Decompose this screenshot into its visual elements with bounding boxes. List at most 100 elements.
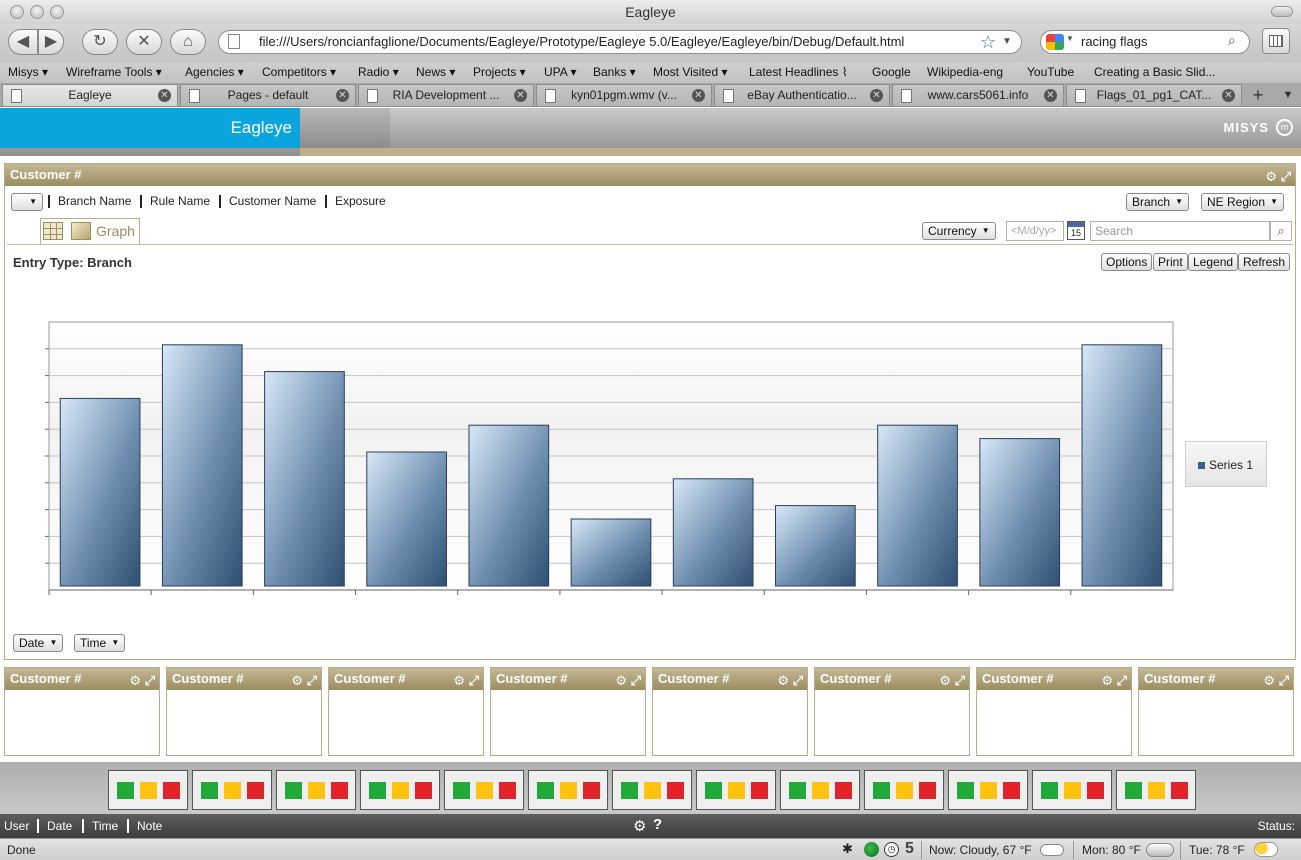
bookmark-item[interactable]: Radio ▾ <box>358 65 399 79</box>
gear-icon[interactable]: ⚙ <box>777 673 789 688</box>
bug-icon[interactable]: ✱ <box>842 841 853 857</box>
help-icon[interactable]: ? <box>653 816 662 833</box>
status-indicator[interactable] <box>360 770 440 810</box>
close-tab-icon[interactable]: ✕ <box>514 89 527 102</box>
bookmark-item[interactable]: Projects ▾ <box>473 65 526 79</box>
search-icon[interactable]: ⌕ <box>1270 221 1292 241</box>
back-button[interactable]: ◀ <box>8 29 38 55</box>
graph-view-icon[interactable] <box>71 222 91 240</box>
bookmark-item[interactable]: Agencies ▾ <box>185 65 244 79</box>
forward-button[interactable]: ▶ <box>38 29 64 55</box>
status-date[interactable]: Date <box>47 819 72 833</box>
legend-button[interactable]: Legend <box>1188 253 1239 271</box>
bookmark-item[interactable]: Banks ▾ <box>593 65 636 79</box>
new-tab-plus-icon[interactable]: + <box>1246 84 1270 106</box>
bookmark-item[interactable]: Wireframe Tools ▾ <box>66 65 162 79</box>
search-icon[interactable]: ⌕ <box>1228 32 1236 49</box>
status-time[interactable]: Time <box>92 819 118 833</box>
expand-icon[interactable]: ⤢ <box>1117 673 1127 688</box>
gear-icon[interactable]: ⚙ <box>1265 169 1277 184</box>
gear-icon[interactable]: ⚙ <box>129 673 141 688</box>
browser-tab[interactable]: Eagleye ✕ <box>2 84 178 106</box>
gear-icon[interactable]: ⚙ <box>1101 673 1113 688</box>
status-indicator[interactable] <box>444 770 524 810</box>
grid-view-button[interactable] <box>1262 28 1290 54</box>
bookmark-item[interactable]: Misys ▾ <box>8 65 48 79</box>
gear-icon[interactable]: ⚙ <box>1263 673 1275 688</box>
filter-rule-name[interactable]: Rule Name <box>150 194 210 208</box>
gear-icon[interactable]: ⚙ <box>939 673 951 688</box>
date-dropdown[interactable]: Date ▼ <box>13 634 64 652</box>
status-indicator[interactable] <box>612 770 692 810</box>
print-button[interactable]: Print <box>1153 253 1188 271</box>
options-button[interactable]: Options <box>1101 253 1153 271</box>
close-tab-icon[interactable]: ✕ <box>1222 89 1235 102</box>
status-indicator[interactable] <box>528 770 608 810</box>
search-engine-dropdown-icon[interactable]: ▼ <box>1066 34 1074 43</box>
gear-icon[interactable]: ⚙ <box>291 673 303 688</box>
expand-icon[interactable]: ⤢ <box>1279 673 1289 688</box>
browser-tab[interactable]: Flags_01_pg1_CAT... ✕ <box>1066 84 1242 106</box>
bookmark-star-icon[interactable]: ☆ <box>980 30 996 54</box>
bookmark-item[interactable]: Most Visited ▾ <box>653 65 728 79</box>
bookmark-item[interactable]: Latest Headlines ⌇ <box>749 65 848 79</box>
close-tab-icon[interactable]: ✕ <box>158 89 171 102</box>
status-indicator[interactable] <box>108 770 188 810</box>
stop-button[interactable]: ✕ <box>126 29 162 55</box>
time-dropdown[interactable]: Time ▼ <box>74 634 126 652</box>
filter-dropdown[interactable]: ▼ <box>11 193 43 211</box>
browser-tab[interactable]: kyn01pgm.wmv (v... ✕ <box>536 84 712 106</box>
filter-exposure[interactable]: Exposure <box>335 194 386 208</box>
search-input[interactable]: Search <box>1090 221 1270 241</box>
google-search-engine-icon[interactable] <box>1046 34 1064 50</box>
expand-icon[interactable]: ⤢ <box>955 673 965 688</box>
browser-tab[interactable]: www.cars5061.info ✕ <box>892 84 1064 106</box>
close-tab-icon[interactable]: ✕ <box>692 89 705 102</box>
status-indicator[interactable] <box>1032 770 1112 810</box>
close-window-button[interactable] <box>10 5 24 19</box>
expand-icon[interactable]: ⤢ <box>307 673 317 688</box>
bookmark-item[interactable]: Competitors ▾ <box>262 65 336 79</box>
status-indicator[interactable] <box>780 770 860 810</box>
close-tab-icon[interactable]: ✕ <box>336 89 349 102</box>
branch-dropdown[interactable]: Branch ▼ <box>1126 193 1190 211</box>
status-indicator[interactable] <box>192 770 272 810</box>
globe-status-icon[interactable] <box>864 842 879 857</box>
status-indicator[interactable] <box>864 770 944 810</box>
browser-tab[interactable]: RIA Development ... ✕ <box>358 84 534 106</box>
bookmark-item[interactable]: UPA ▾ <box>544 65 576 79</box>
url-history-dropdown-icon[interactable]: ▼ <box>1002 32 1012 52</box>
home-button[interactable]: ⌂ <box>170 29 206 55</box>
gear-icon[interactable]: ⚙ <box>633 817 646 835</box>
bookmark-item[interactable]: YouTube <box>1027 65 1074 79</box>
status-indicator[interactable] <box>276 770 356 810</box>
bookmark-item[interactable]: Wikipedia-eng <box>927 65 1003 79</box>
currency-dropdown[interactable]: Currency ▼ <box>922 222 996 240</box>
expand-icon[interactable]: ⤢ <box>793 673 803 688</box>
close-tab-icon[interactable]: ✕ <box>870 89 883 102</box>
bookmark-item[interactable]: Creating a Basic Slid... <box>1094 65 1215 79</box>
calendar-icon[interactable]: 15 <box>1067 221 1085 240</box>
bookmark-item[interactable]: Google <box>872 65 911 79</box>
region-dropdown[interactable]: NE Region ▼ <box>1201 193 1285 211</box>
expand-icon[interactable]: ⤢ <box>1281 169 1291 184</box>
gear-icon[interactable]: ⚙ <box>615 673 627 688</box>
tab-list-menu-icon[interactable]: ▼ <box>1278 84 1298 106</box>
expand-icon[interactable]: ⤢ <box>469 673 479 688</box>
status-indicator[interactable] <box>696 770 776 810</box>
reload-button[interactable]: ↻ <box>82 29 118 55</box>
zoom-window-button[interactable] <box>50 5 64 19</box>
bookmark-item[interactable]: News ▾ <box>416 65 455 79</box>
gear-icon[interactable]: ⚙ <box>453 673 465 688</box>
refresh-button[interactable]: Refresh <box>1238 253 1291 271</box>
status-indicator[interactable] <box>948 770 1028 810</box>
status-note[interactable]: Note <box>137 819 162 833</box>
toolbar-toggle-button[interactable] <box>1271 6 1293 17</box>
date-input[interactable]: <M/d/yy> <box>1006 221 1064 241</box>
clock-icon[interactable]: ◷ <box>884 842 899 857</box>
browser-tab[interactable]: eBay Authenticatio... ✕ <box>714 84 890 106</box>
tab-graph[interactable]: Graph <box>96 223 135 239</box>
expand-icon[interactable]: ⤢ <box>145 673 155 688</box>
url-field[interactable]: file:///Users/roncianfaglione/Documents/… <box>218 30 1022 54</box>
close-tab-icon[interactable]: ✕ <box>1044 89 1057 102</box>
